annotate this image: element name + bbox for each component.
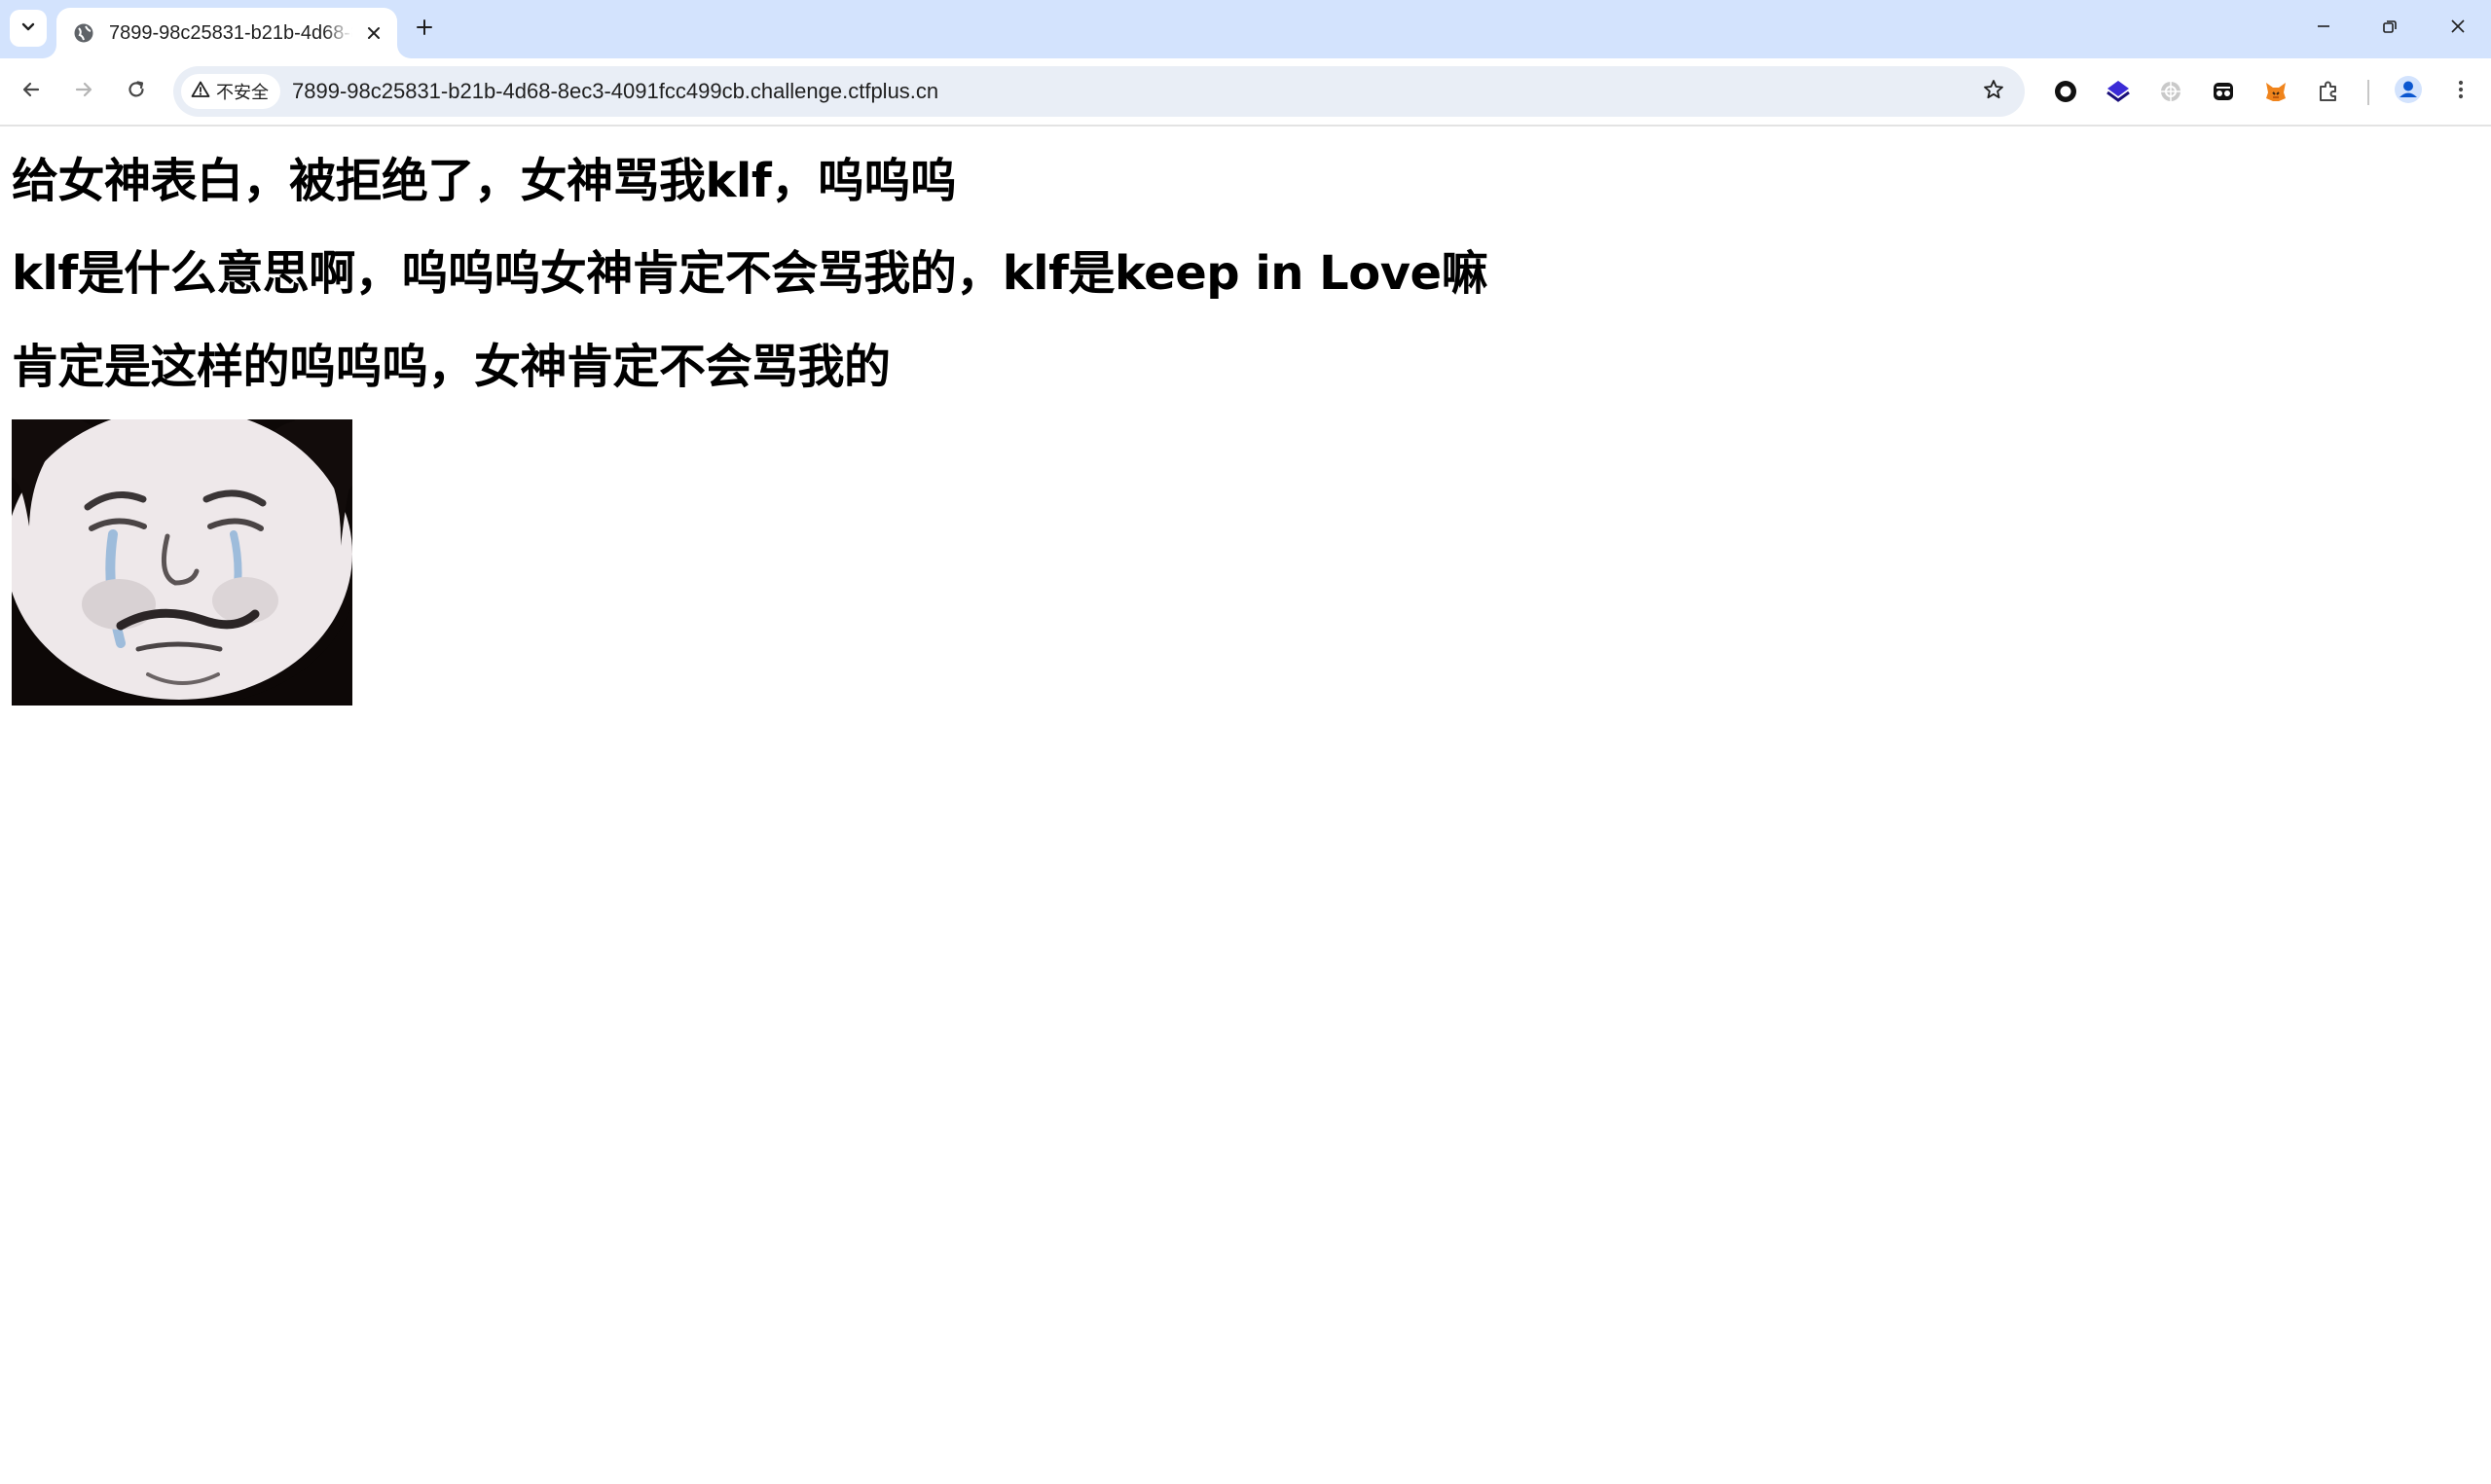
restore-icon [2381, 18, 2399, 40]
tab-strip: 7899-98c25831-b21b-4d68-8ec3-4091fcc499c… [0, 0, 2491, 58]
restore-button[interactable] [2365, 6, 2414, 51]
browser-toolbar: 不安全 7899-98c25831-b21b-4d68-8ec3-4091fcc… [0, 58, 2491, 127]
warning-triangle-icon [191, 80, 210, 104]
heading-2: klf是什么意思啊，呜呜呜女神肯定不会骂我的，klf是keep in Love嘛 [12, 246, 1488, 301]
url-text[interactable]: 7899-98c25831-b21b-4d68-8ec3-4091fcc499c… [292, 66, 938, 117]
profile-icon [2394, 75, 2423, 109]
bookmark-button[interactable] [1976, 74, 2011, 109]
heading-3: 肯定是这样的呜呜呜，女神肯定不会骂我的 [12, 340, 891, 394]
dots-extension-icon[interactable] [2206, 74, 2241, 109]
layers-extension-icon[interactable] [2101, 74, 2136, 109]
globe-icon [72, 21, 95, 45]
close-icon[interactable] [360, 19, 387, 47]
security-indicator[interactable]: 不安全 [181, 74, 280, 109]
back-button[interactable] [12, 72, 51, 111]
circle-extension-icon[interactable] [2048, 74, 2083, 109]
forward-button[interactable] [64, 72, 103, 111]
crying-panda-image [6, 408, 358, 706]
chevron-down-icon [19, 18, 37, 40]
tab-search-button[interactable] [10, 10, 47, 47]
page-content: 给女神表白，被拒绝了，女神骂我klf，呜呜呜 klf是什么意思啊，呜呜呜女神肯定… [0, 127, 2491, 1484]
address-bar[interactable]: 不安全 7899-98c25831-b21b-4d68-8ec3-4091fcc… [173, 66, 2025, 117]
close-icon [2449, 18, 2467, 40]
minimize-button[interactable] [2299, 6, 2348, 51]
arrow-right-icon [73, 79, 94, 105]
security-label: 不安全 [216, 83, 269, 102]
toolbar-divider [2367, 80, 2369, 105]
minimize-icon [2315, 18, 2332, 40]
puzzle-icon[interactable] [2311, 74, 2346, 109]
heading-1: 给女神表白，被拒绝了，女神骂我klf，呜呜呜 [12, 154, 957, 208]
window-close-button[interactable] [2434, 6, 2482, 51]
reload-icon [126, 79, 147, 105]
star-icon [1982, 78, 2005, 106]
arrow-left-icon [20, 79, 42, 105]
fox-extension-icon[interactable] [2258, 74, 2293, 109]
browser-menu-button[interactable] [2443, 74, 2478, 109]
tab-title: 7899-98c25831-b21b-4d68-8ec3-4091fcc499c… [109, 21, 352, 44]
reload-button[interactable] [117, 72, 156, 111]
profile-button[interactable] [2391, 74, 2426, 109]
plus-icon [415, 18, 434, 42]
new-tab-button[interactable] [407, 12, 442, 47]
active-tab[interactable]: 7899-98c25831-b21b-4d68-8ec3-4091fcc499c… [56, 8, 397, 58]
globe-extension-icon[interactable] [2153, 74, 2188, 109]
more-vert-icon [2449, 78, 2473, 106]
